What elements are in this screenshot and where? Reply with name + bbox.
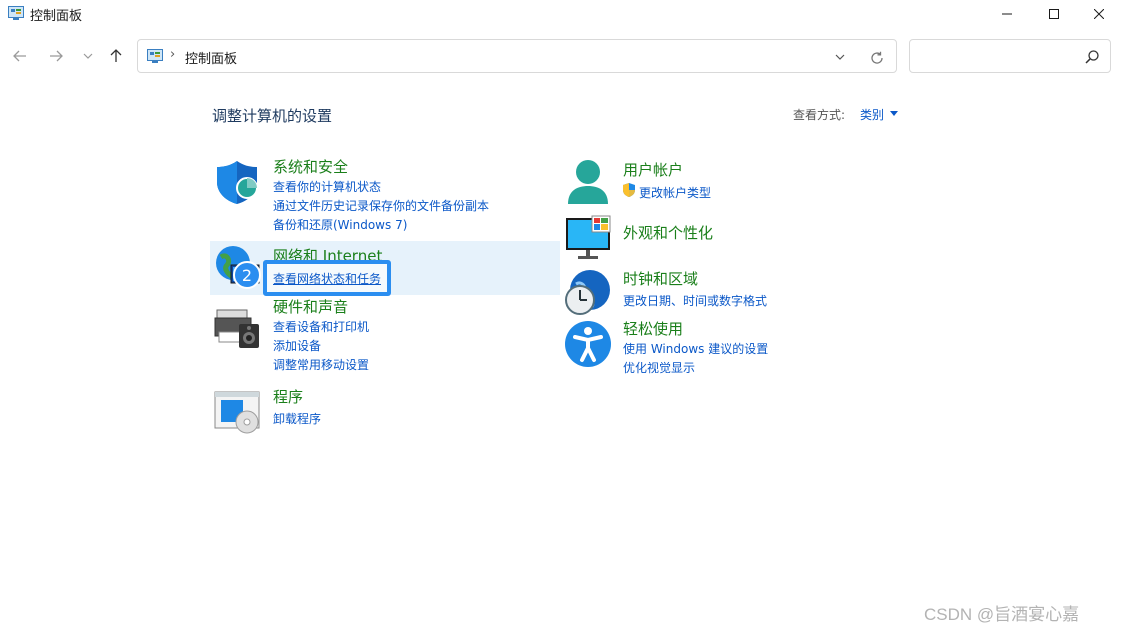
hardware-sound-title[interactable]: 硬件和声音 xyxy=(273,296,348,317)
add-device-link[interactable]: 添加设备 xyxy=(273,337,321,354)
view-network-status-link[interactable]: 查看网络状态和任务 xyxy=(273,270,381,287)
arrow-right-icon xyxy=(50,50,63,62)
arrow-left-icon xyxy=(13,50,26,62)
security-shield-icon xyxy=(217,161,258,204)
view-by-label: 查看方式: xyxy=(793,108,846,122)
maximize-icon xyxy=(1049,9,1059,19)
breadcrumb-control-panel[interactable]: 控制面板 xyxy=(185,48,237,67)
uninstall-program-link[interactable]: 卸载程序 xyxy=(273,410,321,427)
programs-title[interactable]: 程序 xyxy=(273,386,303,407)
uac-shield-icon xyxy=(623,183,635,197)
printer-speaker-icon xyxy=(214,309,259,348)
optimize-visual-display-link[interactable]: 优化视觉显示 xyxy=(623,359,695,376)
appearance-personalization-title[interactable]: 外观和个性化 xyxy=(623,222,713,243)
watermark: CSDN @旨酒宴心嘉 xyxy=(924,605,1080,624)
view-by-dropdown[interactable]: 类别 xyxy=(860,106,884,123)
system-security-title[interactable]: 系统和安全 xyxy=(273,156,348,177)
search-icon xyxy=(1085,50,1099,64)
close-button[interactable] xyxy=(1076,0,1121,28)
caret-down-icon[interactable] xyxy=(890,111,898,116)
refresh-button[interactable] xyxy=(868,49,886,67)
user-account-icon xyxy=(568,160,608,204)
devices-printers-link[interactable]: 查看设备和打印机 xyxy=(273,318,369,335)
chevron-down-icon xyxy=(83,53,93,59)
breadcrumb-separator[interactable]: › xyxy=(170,47,175,62)
programs-icon xyxy=(214,391,260,434)
page-title: 调整计算机的设置 xyxy=(212,107,333,125)
clock-region-title[interactable]: 时钟和区域 xyxy=(623,268,698,289)
user-accounts-title[interactable]: 用户帐户 xyxy=(623,159,683,180)
ease-of-access-title[interactable]: 轻松使用 xyxy=(623,318,683,339)
appearance-monitor-icon xyxy=(566,215,611,259)
step-badge: 2 xyxy=(233,261,261,289)
minimize-button[interactable] xyxy=(984,0,1030,28)
refresh-icon xyxy=(871,51,883,64)
recent-locations-button[interactable] xyxy=(76,44,100,68)
change-date-time-link[interactable]: 更改日期、时间或数字格式 xyxy=(623,292,767,309)
change-account-type-link[interactable]: 更改帐户类型 xyxy=(639,184,711,201)
window-title: 控制面板 xyxy=(30,9,83,24)
forward-button[interactable] xyxy=(44,44,68,68)
clock-globe-icon xyxy=(565,270,610,315)
mobility-settings-link[interactable]: 调整常用移动设置 xyxy=(273,356,369,373)
address-dropdown-button[interactable] xyxy=(832,49,848,65)
address-bar[interactable]: › 控制面板 xyxy=(137,39,897,73)
search-input[interactable] xyxy=(909,39,1111,73)
close-icon xyxy=(1094,9,1104,19)
maximize-button[interactable] xyxy=(1031,0,1077,28)
back-button[interactable] xyxy=(8,44,32,68)
title-bar: 控制面板 xyxy=(0,0,1121,28)
backup-restore-link[interactable]: 备份和还原(Windows 7) xyxy=(273,216,407,233)
view-computer-status-link[interactable]: 查看你的计算机状态 xyxy=(273,178,381,195)
arrow-up-icon xyxy=(110,49,122,62)
control-panel-icon xyxy=(147,49,163,63)
minimize-icon xyxy=(1002,13,1012,15)
chevron-down-icon xyxy=(835,54,845,60)
up-button[interactable] xyxy=(104,44,128,68)
recommended-settings-link[interactable]: 使用 Windows 建议的设置 xyxy=(623,340,768,357)
accessibility-icon xyxy=(565,321,611,367)
file-history-link[interactable]: 通过文件历史记录保存你的文件备份副本 xyxy=(273,197,489,214)
control-panel-icon xyxy=(8,6,24,20)
